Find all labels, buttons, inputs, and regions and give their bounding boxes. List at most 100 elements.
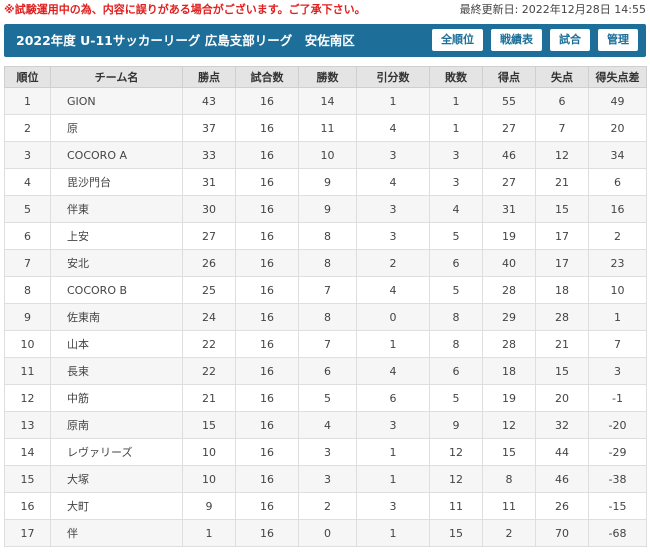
cell-goal-difference: 16 xyxy=(588,195,647,223)
cell-games-played: 16 xyxy=(235,465,299,493)
cell-points: 9 xyxy=(182,492,236,520)
cell-goal-difference: 1 xyxy=(588,303,647,331)
cell-goal-difference: 34 xyxy=(588,141,647,169)
column-header-wins: 勝数 xyxy=(298,66,357,88)
cell-goals-against: 26 xyxy=(535,492,589,520)
table-row: 5 伴東 30 16 9 3 4 31 15 16 xyxy=(4,195,647,223)
cell-wins: 9 xyxy=(298,195,357,223)
cell-goal-difference: -1 xyxy=(588,384,647,412)
cell-wins: 11 xyxy=(298,114,357,142)
cell-goals-against: 17 xyxy=(535,249,589,277)
notice-bar: ※試験運用中の為、内容に誤りがある場合がございます。ご了承下さい。 最終更新日:… xyxy=(0,0,650,20)
cell-goals-against: 21 xyxy=(535,330,589,358)
cell-draws: 1 xyxy=(356,438,430,466)
cell-draws: 3 xyxy=(356,492,430,520)
cell-goals-for: 18 xyxy=(482,357,536,385)
cell-points: 10 xyxy=(182,438,236,466)
header-buttons: 全順位 戦績表 試合 管理 xyxy=(432,29,638,51)
cell-losses: 9 xyxy=(429,411,483,439)
all-standings-button[interactable]: 全順位 xyxy=(432,29,483,51)
cell-games-played: 16 xyxy=(235,303,299,331)
cell-points: 33 xyxy=(182,141,236,169)
cell-rank: 17 xyxy=(4,519,51,547)
column-header-goals-for: 得点 xyxy=(482,66,536,88)
cell-wins: 7 xyxy=(298,276,357,304)
table-row: 9 佐東南 24 16 8 0 8 29 28 1 xyxy=(4,303,647,331)
results-table-button[interactable]: 戦績表 xyxy=(491,29,542,51)
cell-goals-against: 18 xyxy=(535,276,589,304)
cell-points: 30 xyxy=(182,195,236,223)
cell-rank: 9 xyxy=(4,303,51,331)
table-row: 11 長束 22 16 6 4 6 18 15 3 xyxy=(4,357,647,385)
cell-goals-against: 15 xyxy=(535,357,589,385)
table-header-row: 順位 チーム名 勝点 試合数 勝数 引分数 敗数 得点 失点 得失点差 xyxy=(4,66,647,88)
cell-points: 27 xyxy=(182,222,236,250)
cell-draws: 2 xyxy=(356,249,430,277)
cell-draws: 0 xyxy=(356,303,430,331)
table-body: 1 GION 43 16 14 1 1 55 6 49 2 原 37 16 11 4 1 27 7 20 3 COCORO… xyxy=(4,87,647,547)
table-row: 12 中筋 21 16 5 6 5 19 20 -1 xyxy=(4,384,647,412)
cell-goals-for: 8 xyxy=(482,465,536,493)
table-row: 4 毘沙門台 31 16 9 4 3 27 21 6 xyxy=(4,168,647,196)
cell-draws: 1 xyxy=(356,519,430,547)
cell-goals-for: 19 xyxy=(482,222,536,250)
column-header-draws: 引分数 xyxy=(356,66,430,88)
column-header-team-name: チーム名 xyxy=(50,66,183,88)
cell-goal-difference: 49 xyxy=(588,87,647,115)
cell-team-name: レヴァリーズ xyxy=(50,438,183,466)
trial-notice: ※試験運用中の為、内容に誤りがある場合がございます。ご了承下さい。 xyxy=(4,3,366,16)
cell-points: 31 xyxy=(182,168,236,196)
league-header: 2022年度 U-11サッカーリーグ 広島支部リーグ 安佐南区 全順位 戦績表 … xyxy=(4,24,646,57)
match-button[interactable]: 試合 xyxy=(550,29,590,51)
cell-wins: 8 xyxy=(298,249,357,277)
cell-losses: 3 xyxy=(429,141,483,169)
cell-wins: 6 xyxy=(298,357,357,385)
cell-losses: 12 xyxy=(429,465,483,493)
cell-rank: 14 xyxy=(4,438,51,466)
cell-points: 37 xyxy=(182,114,236,142)
cell-goals-against: 21 xyxy=(535,168,589,196)
cell-games-played: 16 xyxy=(235,438,299,466)
table-row: 3 COCORO A 33 16 10 3 3 46 12 34 xyxy=(4,141,647,169)
league-title: 2022年度 U-11サッカーリーグ 広島支部リーグ 安佐南区 xyxy=(16,33,355,48)
cell-goals-against: 28 xyxy=(535,303,589,331)
cell-wins: 9 xyxy=(298,168,357,196)
cell-wins: 0 xyxy=(298,519,357,547)
cell-losses: 5 xyxy=(429,222,483,250)
cell-team-name: GION xyxy=(50,87,183,115)
cell-draws: 1 xyxy=(356,330,430,358)
last-updated: 最終更新日: 2022年12月28日 14:55 xyxy=(459,3,646,16)
table-row: 8 COCORO B 25 16 7 4 5 28 18 10 xyxy=(4,276,647,304)
cell-goals-against: 20 xyxy=(535,384,589,412)
cell-draws: 4 xyxy=(356,114,430,142)
table-row: 10 山本 22 16 7 1 8 28 21 7 xyxy=(4,330,647,358)
cell-team-name: COCORO B xyxy=(50,276,183,304)
cell-games-played: 16 xyxy=(235,249,299,277)
cell-points: 26 xyxy=(182,249,236,277)
column-header-goal-difference: 得失点差 xyxy=(588,66,647,88)
cell-losses: 1 xyxy=(429,87,483,115)
admin-button[interactable]: 管理 xyxy=(598,29,638,51)
cell-team-name: 原南 xyxy=(50,411,183,439)
cell-goals-against: 70 xyxy=(535,519,589,547)
cell-rank: 2 xyxy=(4,114,51,142)
cell-goals-for: 28 xyxy=(482,276,536,304)
table-row: 2 原 37 16 11 4 1 27 7 20 xyxy=(4,114,647,142)
cell-team-name: 中筋 xyxy=(50,384,183,412)
cell-goal-difference: -15 xyxy=(588,492,647,520)
cell-team-name: 上安 xyxy=(50,222,183,250)
cell-rank: 10 xyxy=(4,330,51,358)
cell-goals-against: 15 xyxy=(535,195,589,223)
table-row: 15 大塚 10 16 3 1 12 8 46 -38 xyxy=(4,465,647,493)
table-row: 13 原南 15 16 4 3 9 12 32 -20 xyxy=(4,411,647,439)
cell-team-name: 大塚 xyxy=(50,465,183,493)
cell-losses: 15 xyxy=(429,519,483,547)
cell-team-name: 佐東南 xyxy=(50,303,183,331)
cell-goals-for: 15 xyxy=(482,438,536,466)
cell-games-played: 16 xyxy=(235,276,299,304)
cell-wins: 4 xyxy=(298,411,357,439)
cell-points: 25 xyxy=(182,276,236,304)
cell-games-played: 16 xyxy=(235,384,299,412)
cell-wins: 8 xyxy=(298,303,357,331)
cell-team-name: 安北 xyxy=(50,249,183,277)
